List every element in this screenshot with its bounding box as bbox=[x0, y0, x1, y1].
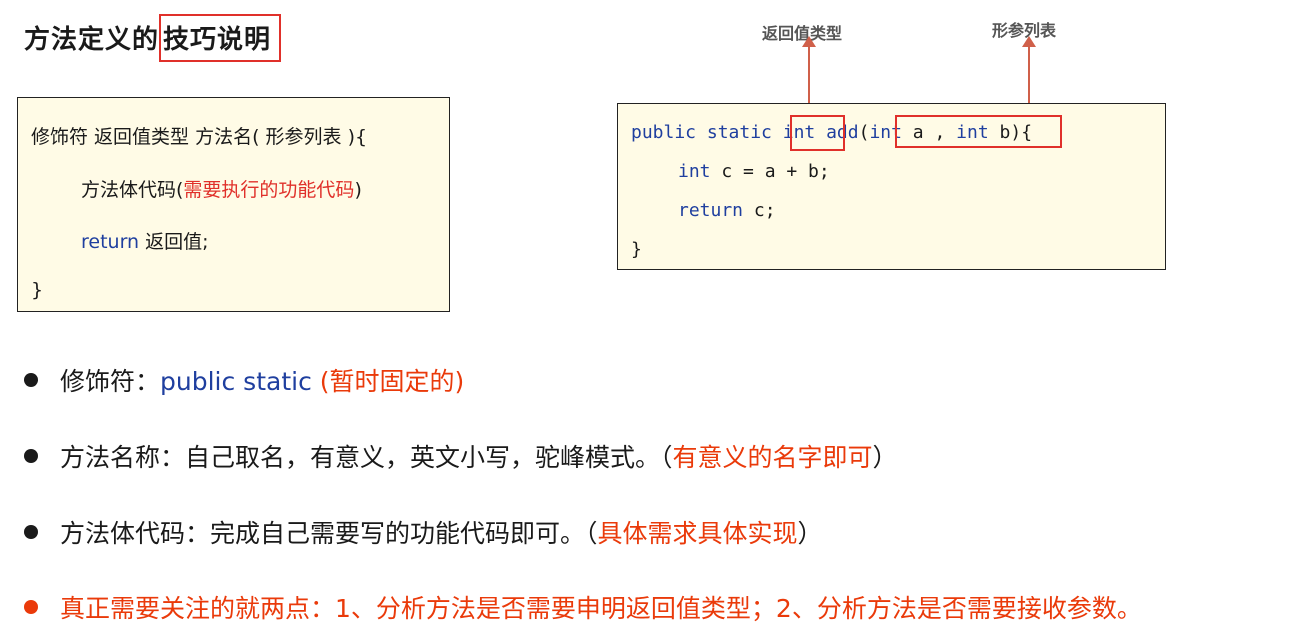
bullet-red-text: 真正需要关注的就两点：1、分析方法是否需要申明返回值类型；2、分析方法是否需要接… bbox=[60, 594, 1142, 623]
bullet-dot-icon bbox=[24, 525, 38, 539]
title-prefix: 方法定义的 bbox=[24, 25, 160, 55]
syntax-line-signature: 修饰符 返回值类型 方法名( 形参列表 ){ bbox=[31, 126, 368, 148]
code-paren-open: ( bbox=[858, 122, 870, 143]
bullet-dot-icon bbox=[24, 449, 38, 463]
bullet-method-body: 方法体代码：完成自己需要写的功能代码即可。（具体需求具体实现） bbox=[24, 514, 823, 550]
bullet-label: 修饰符： bbox=[60, 367, 161, 396]
code-return-keyword: return bbox=[678, 200, 744, 221]
syntax-return-rest: 返回值; bbox=[139, 231, 209, 253]
title-highlight: 技巧说明 bbox=[159, 14, 282, 62]
return-type-highlight bbox=[790, 115, 845, 151]
param-list-highlight bbox=[895, 115, 1062, 148]
code-example-box: public static int add(int a , int b){ in… bbox=[617, 103, 1166, 270]
syntax-return-keyword: return bbox=[81, 231, 140, 253]
syntax-body-suffix: ) bbox=[354, 179, 362, 201]
bullet-red-text: (暂时固定的) bbox=[319, 367, 465, 396]
bullet-method-name: 方法名称：自己取名，有意义，英文小写，驼峰模式。（有意义的名字即可） bbox=[24, 438, 898, 474]
code-line-close: } bbox=[631, 239, 642, 260]
syntax-line-body: 方法体代码(需要执行的功能代码) bbox=[81, 175, 362, 202]
bullet-red-text: 有意义的名字即可 bbox=[672, 443, 873, 472]
bullet-dot-icon bbox=[24, 600, 38, 614]
bullet-modifier: 修饰符：public static (暂时固定的) bbox=[24, 362, 464, 398]
syntax-line-return: return 返回值; bbox=[81, 227, 209, 254]
bullet-key-points: 真正需要关注的就两点：1、分析方法是否需要申明返回值类型；2、分析方法是否需要接… bbox=[24, 589, 1142, 625]
code-line-return: return c; bbox=[678, 200, 776, 221]
bullet-dot-icon bbox=[24, 373, 38, 387]
syntax-line-close: } bbox=[31, 279, 44, 301]
syntax-body-prefix: 方法体代码( bbox=[81, 179, 184, 201]
page-title: 方法定义的 技巧说明 bbox=[24, 14, 282, 62]
bullet-red-text: 具体需求具体实现 bbox=[597, 519, 798, 548]
bullet-blue-text: public static bbox=[160, 367, 320, 396]
syntax-template-box: 修饰符 返回值类型 方法名( 形参列表 ){ 方法体代码(需要执行的功能代码) … bbox=[17, 97, 450, 312]
code-body-type: int bbox=[678, 161, 711, 182]
bullet-suffix: ） bbox=[797, 519, 823, 548]
code-modifiers: public static bbox=[631, 122, 772, 143]
syntax-body-highlight: 需要执行的功能代码 bbox=[183, 179, 355, 201]
bullet-label: 方法体代码：完成自己需要写的功能代码即可。（ bbox=[60, 519, 598, 548]
code-line-body: int c = a + b; bbox=[678, 161, 830, 182]
bullet-suffix: ） bbox=[872, 443, 898, 472]
code-return-rest: c; bbox=[743, 200, 776, 221]
bullet-label: 方法名称：自己取名，有意义，英文小写，驼峰模式。（ bbox=[60, 443, 673, 472]
code-body-rest: c = a + b; bbox=[710, 161, 830, 182]
